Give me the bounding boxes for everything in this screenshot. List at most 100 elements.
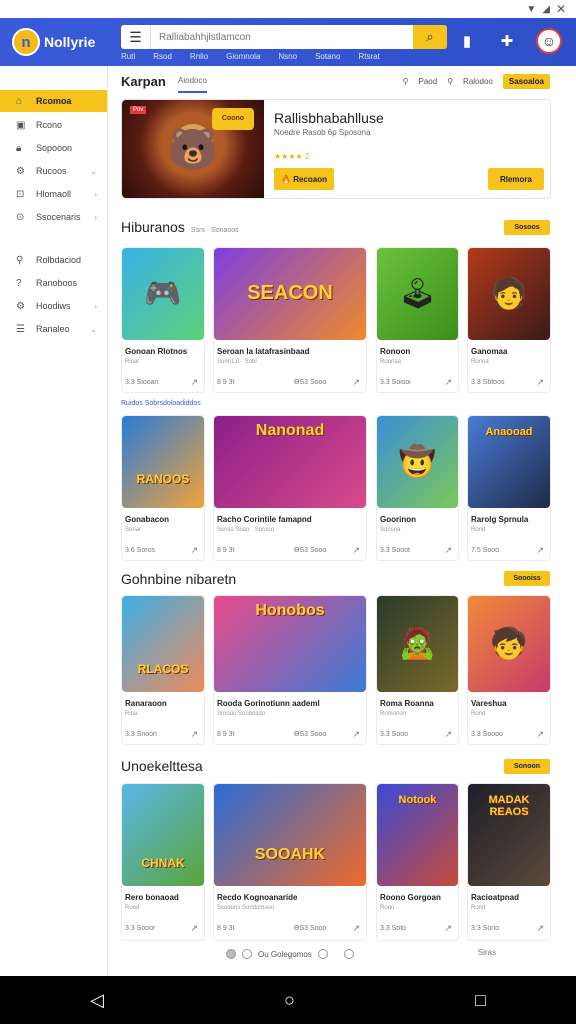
subnav-item[interactable]: Giomnola — [226, 52, 260, 61]
card-thumbnail: SEACON — [214, 248, 366, 340]
share-icon[interactable]: ↗ — [444, 377, 452, 388]
home-circle-icon[interactable]: ○ — [284, 990, 295, 1011]
bookmark-icon[interactable]: ▮ — [456, 30, 478, 52]
gamepad-icon[interactable]: ✚ — [496, 30, 518, 52]
card-subtitle: Ronn — [380, 905, 395, 911]
game-card[interactable]: MADAK REAOS Racioatpnad Rond 3.3 Sorio ↗ — [467, 783, 551, 941]
recents-icon[interactable]: □ — [475, 990, 486, 1011]
share-icon[interactable]: ↗ — [352, 377, 360, 388]
game-card[interactable]: Anaooad Rarolg Sprnula Rond 7.5 Sooo ↗ — [467, 415, 551, 561]
share-icon[interactable]: ↗ — [190, 545, 198, 556]
pin-icon[interactable]: ⚲ — [447, 77, 453, 86]
game-card[interactable]: CHNAK Rero bonaoad Rond 3.3 Sooor ↗ — [121, 783, 205, 941]
game-card[interactable]: SOOAHK Recdo Kognoanaride Scodons Sondom… — [213, 783, 367, 941]
card-art-text: CHNAK — [141, 856, 185, 870]
game-card[interactable]: RLACOS Ranaraoon Rina 3.3 Snoon ↗ — [121, 595, 205, 745]
sidebar-item-help[interactable]: ? Ranoboos — [0, 272, 107, 294]
game-card[interactable]: RANOOS Gonabacon Sonar 3.6 Soros ↗ — [121, 415, 205, 561]
sidebar-item-user[interactable]: ⚲ Rolbdaciod — [0, 249, 107, 271]
featured-primary-button[interactable]: 🔥 Recoaon — [274, 168, 334, 190]
share-icon[interactable]: ↗ — [444, 729, 452, 740]
card-thumbnail: Anaooad — [468, 416, 550, 508]
search-icon[interactable]: ⚲ — [403, 77, 409, 86]
card-thumbnail: Nanonad — [214, 416, 366, 508]
game-card[interactable]: 🕹 Ronoon Ronnaa 3.3 Soisoi ↗ — [376, 247, 459, 393]
section-tag: Ssrs · Sonaoos — [190, 227, 239, 234]
search-icon[interactable]: ⌕ — [413, 25, 447, 49]
tab-bar: Aiodoco — [178, 76, 207, 93]
section-button[interactable]: Sonoon — [504, 759, 550, 774]
sidebar-item-settings[interactable]: ⚙ Hoodiws › — [0, 295, 107, 317]
game-card[interactable]: 🎮 Gonoan Rlotnos Rinal 3.3 Siooan ↗ — [121, 247, 205, 393]
share-icon[interactable]: ↗ — [190, 923, 198, 934]
app-logo[interactable]: n Nollyrie — [12, 28, 112, 56]
sidebar-item-gear[interactable]: ⚙ Rucoos ⌄ — [0, 160, 107, 182]
menu-icon[interactable]: ☰ — [121, 25, 151, 49]
top-subnav: Ruti Rsod Rnlio Giomnola Nsno Sotano Rts… — [121, 52, 380, 61]
section-button[interactable]: Soooiss — [504, 571, 550, 586]
featured-secondary-button[interactable]: Rlemora — [488, 168, 544, 190]
close-icon[interactable]: ✕ — [556, 2, 566, 16]
sidebar-item-grid[interactable]: ▣ Rcono — [0, 114, 107, 136]
featured-banner[interactable]: Pov Coono 🐻 Rallisbhabahlluse Noedre Ras… — [121, 99, 551, 199]
search-input[interactable] — [151, 31, 413, 43]
share-icon[interactable]: ↗ — [444, 923, 452, 934]
share-icon[interactable]: ↗ — [352, 545, 360, 556]
card-title: Roma Roanna — [380, 699, 434, 708]
back-icon[interactable]: ◁ — [90, 990, 104, 1011]
game-card[interactable]: 🧒 Vareshua Rond 3.3 Soooo ↗ — [467, 595, 551, 745]
game-card[interactable]: 🧑 Ganomaa Ronna 3.3 Sbtoos ↗ — [467, 247, 551, 393]
card-title: Gonoan Rlotnos — [125, 347, 188, 356]
sidebar-item-home[interactable]: ⌂ Rcomoa — [0, 90, 107, 112]
tab-active[interactable]: Aiodoco — [178, 76, 207, 93]
share-icon[interactable]: ↗ — [536, 545, 544, 556]
header-link[interactable]: Ralodoo — [463, 77, 493, 86]
subnav-item[interactable]: Rsod — [153, 52, 172, 61]
card-art-text: SEACON — [247, 282, 333, 304]
game-card[interactable]: 🧟 Roma Roanna Romonorr 3.3 Sooo ↗ — [376, 595, 459, 745]
subnav-item[interactable]: Sotano — [315, 52, 340, 61]
card-art-text: Nanonad — [255, 422, 325, 439]
sidebar-item-circle[interactable]: ⊙ Ssocenaris › — [0, 206, 107, 228]
share-icon[interactable]: ↗ — [536, 729, 544, 740]
featured-image[interactable]: Pov Coono 🐻 — [122, 100, 264, 198]
subnav-item[interactable]: Ruti — [121, 52, 135, 61]
sidebar-item-cart[interactable]: ⊡ Hlomaoll › — [0, 183, 107, 205]
game-card[interactable]: SEACON Seroan la latafrasinbaad Sonn1.0 … — [213, 247, 367, 393]
card-subtitle: Srnodo Sonbosdo — [217, 711, 266, 717]
section-button[interactable]: Sosoos — [504, 220, 550, 235]
subnav-item[interactable]: Rtsrat — [358, 52, 379, 61]
share-icon[interactable]: ↗ — [536, 377, 544, 388]
pager-dot[interactable] — [343, 949, 354, 959]
share-icon[interactable]: ↗ — [190, 377, 198, 388]
sidebar-item-lock[interactable]: 🔒︎ Sopooon — [0, 137, 107, 159]
bear-character-icon: 🐻 — [168, 127, 218, 172]
subnav-item[interactable]: Rnlio — [190, 52, 208, 61]
game-card[interactable]: Nanonad Racho Corintile famapnd Ssnso Sn… — [213, 415, 367, 561]
sidebar-item-label: Sopooon — [36, 143, 73, 153]
share-icon[interactable]: ↗ — [536, 923, 544, 934]
sidebar-item-list[interactable]: ☰ Ranaleo ⌄ — [0, 318, 107, 340]
game-card[interactable]: Notook Roono Gorgoan Ronn 3.3 Soto ↗ — [376, 783, 459, 941]
pager-end-label[interactable]: Siras — [478, 948, 496, 957]
header-link[interactable]: Paod — [419, 77, 438, 86]
header-button[interactable]: Sasoaloa — [502, 74, 550, 89]
game-card[interactable]: 🤠 Goorinon Sonsna 3.3 Sooot ↗ — [376, 415, 459, 561]
avatar[interactable]: ☺ — [536, 28, 562, 54]
grid-icon: ▣ — [16, 119, 26, 131]
top-bar: n Nollyrie ☰ ⌕ Ruti Rsod Rnlio Giomnola … — [0, 18, 576, 66]
character-icon: 🧒 — [490, 627, 528, 661]
pager-dot[interactable] — [242, 949, 252, 959]
share-icon[interactable]: ↗ — [352, 729, 360, 740]
pager-dot-active[interactable] — [226, 949, 236, 959]
share-icon[interactable]: ↗ — [352, 923, 360, 934]
card-title: Rooda Gorinotiunn aademl — [217, 699, 320, 708]
pager-label[interactable]: Ou Golegomos — [258, 950, 312, 959]
subnav-item[interactable]: Nsno — [278, 52, 297, 61]
pager-dot[interactable] — [317, 949, 328, 959]
share-icon[interactable]: ↗ — [444, 545, 452, 556]
game-card[interactable]: Honobos Rooda Gorinotiunn aademl Srnodo … — [213, 595, 367, 745]
share-icon[interactable]: ↗ — [190, 729, 198, 740]
section-heading: Gohnbine nibaretn — [121, 571, 237, 587]
section-sublabel[interactable]: Ruidos Sobrsdoloadiddos — [121, 400, 201, 407]
